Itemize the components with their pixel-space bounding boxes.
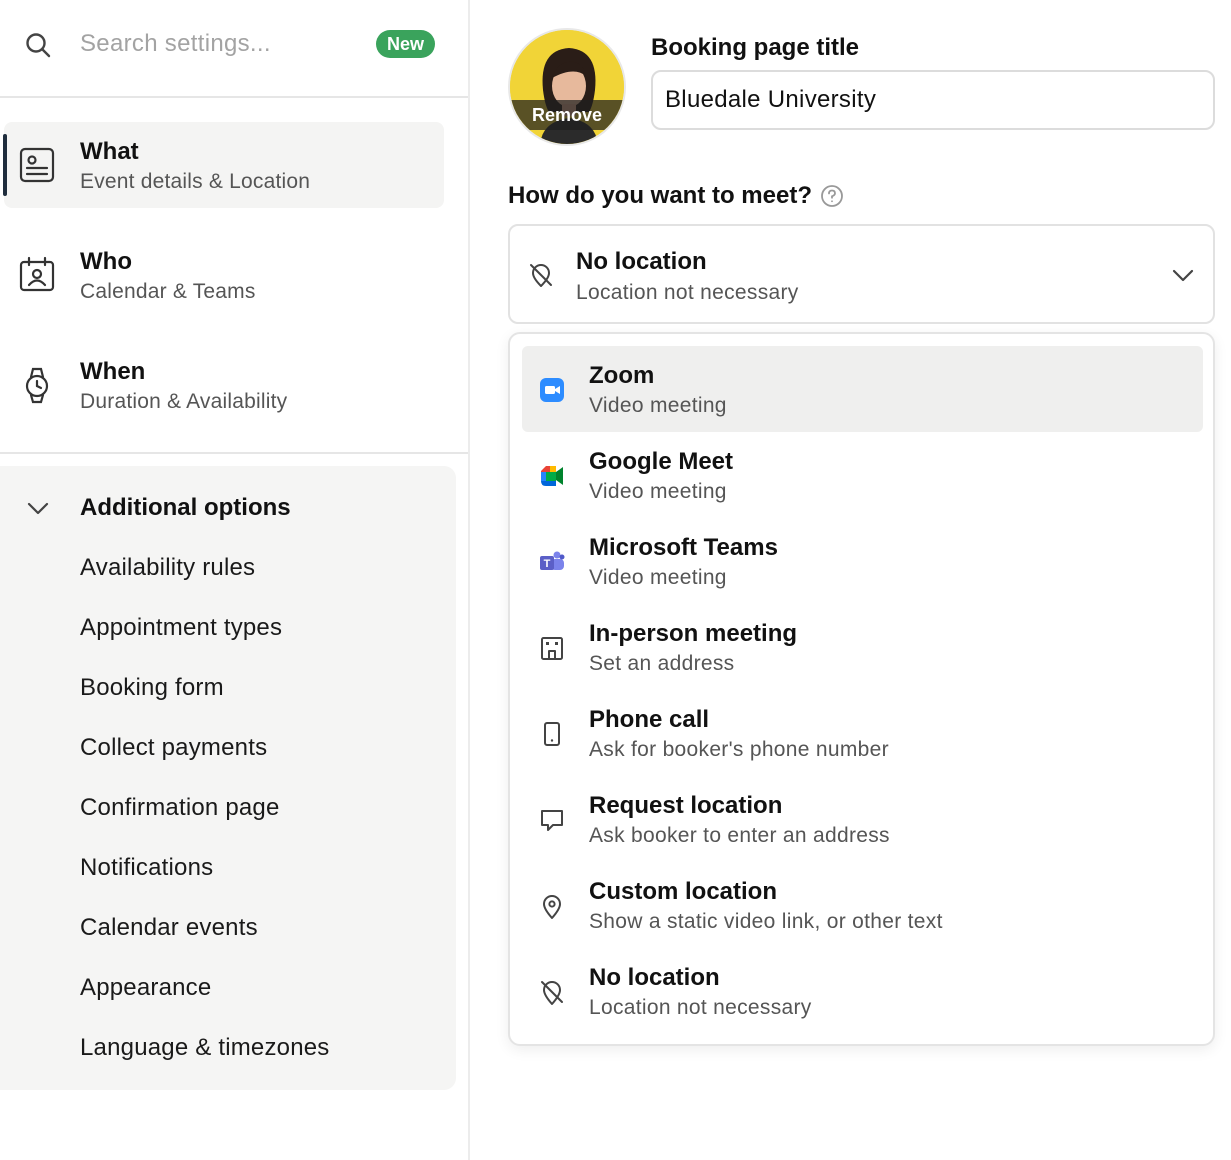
watch-icon: [25, 367, 49, 404]
nav-subtitle: Calendar & Teams: [80, 280, 256, 303]
search-icon: [26, 33, 51, 58]
phone-icon: [544, 722, 560, 746]
option-subtitle: Video meeting: [589, 566, 727, 589]
option-confirmation-page[interactable]: Confirmation page: [80, 794, 280, 822]
option-subtitle: Ask for booker's phone number: [589, 738, 889, 761]
nav-title: What: [80, 138, 139, 165]
nav-subtitle: Event details & Location: [80, 170, 311, 193]
location-dropdown: Zoom Video meeting Google Meet Video mee…: [508, 332, 1215, 1046]
search-placeholder[interactable]: Search settings...: [80, 30, 271, 58]
option-appointment-types[interactable]: Appointment types: [80, 614, 282, 642]
option-title: No location: [589, 964, 720, 991]
option-collect-payments[interactable]: Collect payments: [80, 734, 267, 762]
option-calendar-events[interactable]: Calendar events: [80, 914, 258, 942]
additional-options-label: Additional options: [80, 494, 291, 521]
speech-bubble-icon: [541, 810, 563, 831]
location-option-request-location[interactable]: Request location Ask booker to enter an …: [522, 776, 1203, 862]
calendar-person-icon: [19, 256, 55, 292]
location-option-in-person[interactable]: In-person meeting Set an address: [522, 604, 1203, 690]
option-title: Phone call: [589, 706, 710, 733]
search-bar[interactable]: Search settings... New: [0, 0, 468, 98]
help-icon[interactable]: [820, 184, 844, 208]
chevron-down-icon[interactable]: [1170, 262, 1196, 288]
event-details-icon: [19, 147, 55, 183]
nav-item-when[interactable]: When Duration & Availability: [4, 342, 444, 428]
microsoft-teams-icon: T: [540, 551, 565, 570]
settings-sidebar: Search settings... New What Event detail…: [0, 0, 470, 1160]
location-option-microsoft-teams[interactable]: T Microsoft Teams Video meeting: [522, 518, 1203, 604]
selected-location-title: No location: [576, 248, 707, 275]
additional-options-panel: Additional options Availability rules Ap…: [0, 466, 456, 1090]
no-location-icon: [541, 981, 563, 1005]
location-option-custom-location[interactable]: Custom location Show a static video link…: [522, 862, 1203, 948]
google-meet-icon: [541, 466, 563, 486]
option-title: Microsoft Teams: [589, 534, 778, 561]
option-subtitle: Ask booker to enter an address: [589, 824, 890, 847]
nav-subtitle: Duration & Availability: [80, 390, 288, 413]
zoom-icon: [540, 378, 564, 402]
option-title: Zoom: [589, 362, 655, 389]
location-option-google-meet[interactable]: Google Meet Video meeting: [522, 432, 1203, 518]
avatar[interactable]: Remove: [508, 28, 626, 146]
option-title: In-person meeting: [589, 620, 798, 647]
nav-item-what[interactable]: What Event details & Location: [3, 122, 444, 208]
nav-title: Who: [80, 248, 132, 275]
nav-title: When: [80, 358, 146, 385]
option-title: Custom location: [589, 878, 778, 905]
remove-avatar-button[interactable]: Remove: [510, 100, 624, 130]
option-subtitle: Location not necessary: [589, 996, 812, 1019]
location-option-phone-call[interactable]: Phone call Ask for booker's phone number: [522, 690, 1203, 776]
meet-label: How do you want to meet?: [508, 182, 812, 209]
booking-title-input[interactable]: Bluedale University: [651, 70, 1215, 130]
option-subtitle: Set an address: [589, 652, 735, 675]
location-option-no-location[interactable]: No location Location not necessary: [522, 948, 1203, 1034]
location-option-zoom[interactable]: Zoom Video meeting: [522, 346, 1203, 432]
sidebar-divider: [0, 452, 468, 454]
option-subtitle: Video meeting: [589, 394, 727, 417]
option-booking-form[interactable]: Booking form: [80, 674, 224, 702]
option-subtitle: Show a static video link, or other text: [589, 910, 943, 933]
svg-text:T: T: [544, 558, 551, 570]
building-icon: [541, 637, 563, 660]
new-badge: New: [376, 30, 436, 58]
no-location-icon: [530, 264, 552, 287]
chevron-down-icon: [27, 502, 49, 515]
option-notifications[interactable]: Notifications: [80, 854, 213, 882]
option-availability-rules[interactable]: Availability rules: [80, 554, 255, 582]
location-select[interactable]: No location Location not necessary: [508, 224, 1215, 324]
selected-location-subtitle: Location not necessary: [576, 281, 799, 304]
option-title: Request location: [589, 792, 783, 819]
option-subtitle: Video meeting: [589, 480, 727, 503]
additional-options-toggle[interactable]: Additional options: [0, 486, 456, 530]
nav-item-who[interactable]: Who Calendar & Teams: [4, 232, 444, 318]
option-appearance[interactable]: Appearance: [80, 974, 211, 1002]
booking-title-label: Booking page title: [651, 34, 860, 61]
map-pin-icon: [543, 895, 561, 919]
option-language-timezones[interactable]: Language & timezones: [80, 1034, 330, 1062]
option-title: Google Meet: [589, 448, 734, 475]
